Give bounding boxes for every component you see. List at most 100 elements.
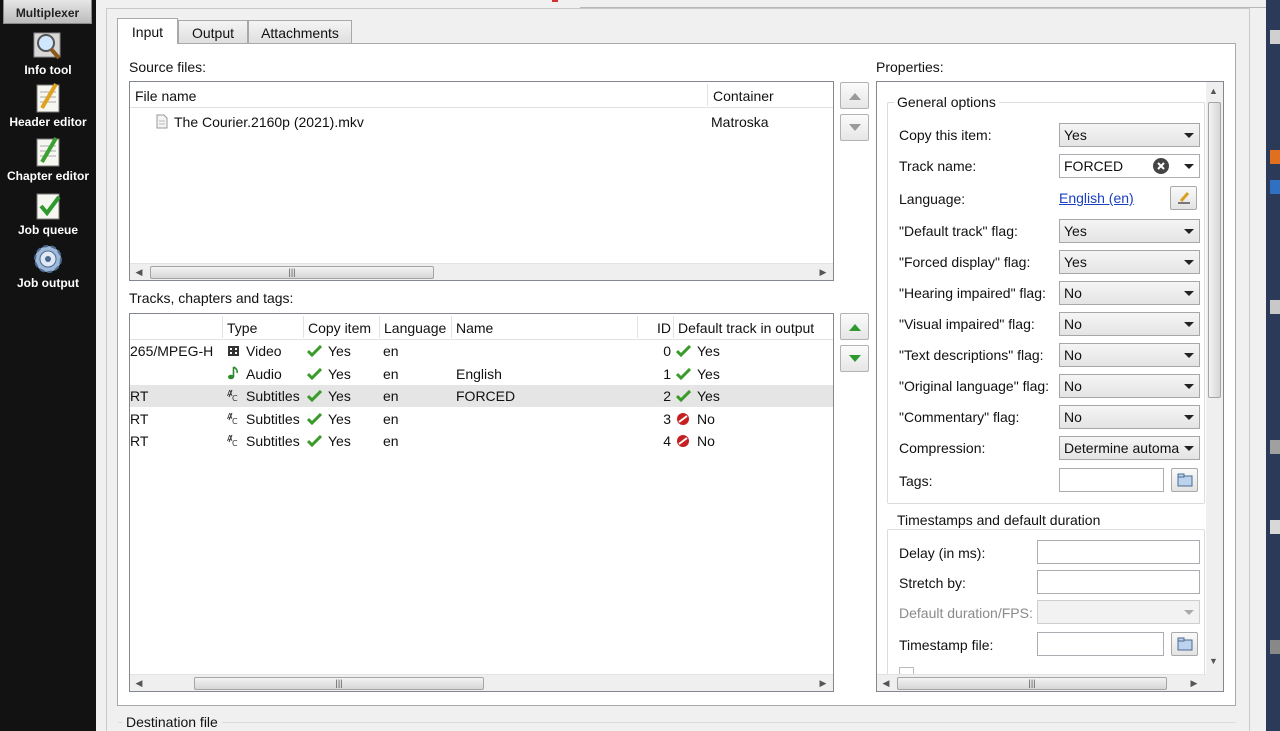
- column-header-name[interactable]: Name: [451, 314, 637, 340]
- column-header-file-name[interactable]: File name: [130, 82, 708, 108]
- sidebar-item-job-queue[interactable]: Job queue: [0, 190, 96, 237]
- copy-text: Yes: [328, 388, 351, 404]
- horizontal-scrollbar[interactable]: ◀ ||| ▶: [130, 263, 833, 280]
- tab-input[interactable]: Input: [117, 18, 178, 44]
- sidebar-item-job-output[interactable]: Job output: [0, 243, 96, 290]
- scrollbar-thumb[interactable]: |||: [194, 677, 484, 690]
- properties-panel[interactable]: General options Copy this item: Yes Trac…: [876, 81, 1224, 692]
- table-row[interactable]: Audio Yes en English 1 Yes: [130, 363, 833, 385]
- visual-flag-select[interactable]: No: [1059, 312, 1200, 336]
- check-icon: [307, 368, 322, 380]
- column-header-id[interactable]: ID: [637, 314, 673, 340]
- edit-language-button[interactable]: [1170, 186, 1197, 210]
- scroll-up-icon[interactable]: ▲: [1209, 86, 1218, 96]
- track-name-input[interactable]: FORCED: [1059, 154, 1200, 178]
- column-header-language[interactable]: Language: [379, 314, 451, 340]
- column-header-copy-item[interactable]: Copy item: [303, 314, 379, 340]
- column-header-container[interactable]: Container: [708, 82, 833, 108]
- vertical-scrollbar[interactable]: ▲ ▼: [1206, 82, 1223, 691]
- table-row[interactable]: RT A C Subtitles Yes en 4 No: [130, 430, 833, 452]
- tracks-list[interactable]: Type Copy item Language Name ID Default …: [129, 313, 834, 692]
- scroll-down-icon[interactable]: ▼: [1209, 656, 1218, 666]
- move-track-up-button[interactable]: [840, 313, 869, 340]
- scroll-right-icon[interactable]: ▶: [818, 267, 828, 277]
- scrollbar-thumb[interactable]: |||: [897, 677, 1167, 690]
- original-lang-flag-select[interactable]: No: [1059, 374, 1200, 398]
- copy-text: Yes: [328, 343, 351, 359]
- default-flag-select[interactable]: Yes: [1059, 219, 1200, 243]
- move-track-down-button[interactable]: [840, 345, 869, 372]
- file-name: The Courier.2160p (2021).mkv: [174, 114, 364, 130]
- chevron-down-icon: [1184, 229, 1194, 234]
- tags-input[interactable]: [1059, 468, 1164, 492]
- copy-item-select[interactable]: Yes: [1059, 123, 1200, 147]
- move-file-up-button[interactable]: [840, 82, 869, 109]
- default-text: Yes: [697, 366, 720, 382]
- default-duration-label: Default duration/FPS:: [899, 605, 1033, 621]
- tab-label: Input: [131, 24, 164, 40]
- sidebar-item-multiplexer[interactable]: Multiplexer: [3, 0, 92, 24]
- cell-language: en: [383, 411, 399, 427]
- pencil-notepad-icon: [36, 82, 60, 113]
- scrollbar-thumb[interactable]: |||: [150, 266, 434, 279]
- source-files-label: Source files:: [129, 59, 207, 75]
- check-icon: [307, 390, 322, 402]
- column-header-type[interactable]: Type: [222, 314, 303, 340]
- timestamp-file-input[interactable]: [1037, 632, 1164, 656]
- track-name-label: Track name:: [899, 158, 977, 174]
- language-text: en: [383, 388, 399, 404]
- codec-text: RT: [130, 433, 149, 449]
- column-header-default-track[interactable]: Default track in output: [673, 314, 833, 340]
- timestamp-file-label: Timestamp file:: [899, 637, 994, 653]
- scroll-left-icon[interactable]: ◀: [134, 678, 144, 688]
- stretch-input[interactable]: [1037, 570, 1200, 594]
- compression-select[interactable]: Determine automa: [1059, 436, 1200, 460]
- select-value: No: [1064, 316, 1082, 332]
- check-icon: [307, 413, 322, 425]
- column-header-codec[interactable]: [130, 314, 222, 340]
- folder-icon: [1177, 637, 1192, 651]
- scroll-left-icon[interactable]: ◀: [134, 267, 144, 277]
- browse-timestamp-file-button[interactable]: [1171, 632, 1198, 656]
- hearing-flag-select[interactable]: No: [1059, 281, 1200, 305]
- hearing-flag-label: "Hearing impaired" flag:: [899, 285, 1046, 301]
- chevron-down-icon: [1184, 133, 1194, 138]
- tab-label: Output: [191, 25, 235, 41]
- scrollbar-thumb[interactable]: [1208, 102, 1221, 398]
- sidebar-item-info-tool[interactable]: Info tool: [0, 30, 96, 77]
- clear-icon[interactable]: [1153, 158, 1169, 174]
- sidebar-item-label: Info tool: [24, 63, 72, 77]
- commentary-flag-select[interactable]: No: [1059, 405, 1200, 429]
- scroll-right-icon[interactable]: ▶: [818, 678, 828, 688]
- table-row[interactable]: RT A C Subtitles Yes en FORCED 2 Yes: [130, 385, 833, 407]
- source-files-list[interactable]: File name Container The Courier.2160p (2…: [129, 81, 834, 281]
- text-desc-flag-select[interactable]: No: [1059, 343, 1200, 367]
- cell-copy-item: Yes: [307, 433, 351, 449]
- move-file-down-button[interactable]: [840, 114, 869, 141]
- sidebar-item-header-editor[interactable]: Header editor: [0, 82, 96, 129]
- select-value: No: [1064, 285, 1082, 301]
- sidebar-item-chapter-editor[interactable]: Chapter editor: [0, 136, 96, 183]
- tab-output[interactable]: Output: [178, 20, 248, 44]
- cell-type: A C Subtitles: [227, 411, 300, 427]
- scroll-right-icon[interactable]: ▶: [1189, 678, 1199, 688]
- table-row[interactable]: 265/MPEG-H Video Yes en 0 Yes: [130, 340, 833, 362]
- horizontal-scrollbar[interactable]: ◀ ||| ▶: [130, 674, 833, 691]
- table-row[interactable]: RT A C Subtitles Yes en 3 No: [130, 408, 833, 430]
- horizontal-scrollbar[interactable]: ◀ ||| ▶: [877, 674, 1206, 691]
- delay-input[interactable]: [1037, 540, 1200, 564]
- chevron-down-icon: [1184, 610, 1194, 615]
- list-item[interactable]: The Courier.2160p (2021).mkv: [156, 114, 364, 130]
- cell-codec: 265/MPEG-H: [130, 343, 213, 359]
- forced-flag-select[interactable]: Yes: [1059, 250, 1200, 274]
- chevron-down-icon[interactable]: [1184, 164, 1194, 169]
- general-options-title: General options: [894, 94, 999, 110]
- copy-text: Yes: [328, 411, 351, 427]
- scroll-left-icon[interactable]: ◀: [881, 678, 891, 688]
- tab-attachments[interactable]: Attachments: [248, 20, 352, 44]
- desktop-edge: [1266, 0, 1280, 731]
- compression-label: Compression:: [899, 440, 986, 456]
- language-link[interactable]: English (en): [1059, 190, 1134, 206]
- browse-tags-button[interactable]: [1171, 468, 1198, 492]
- chevron-down-icon: [1184, 353, 1194, 358]
